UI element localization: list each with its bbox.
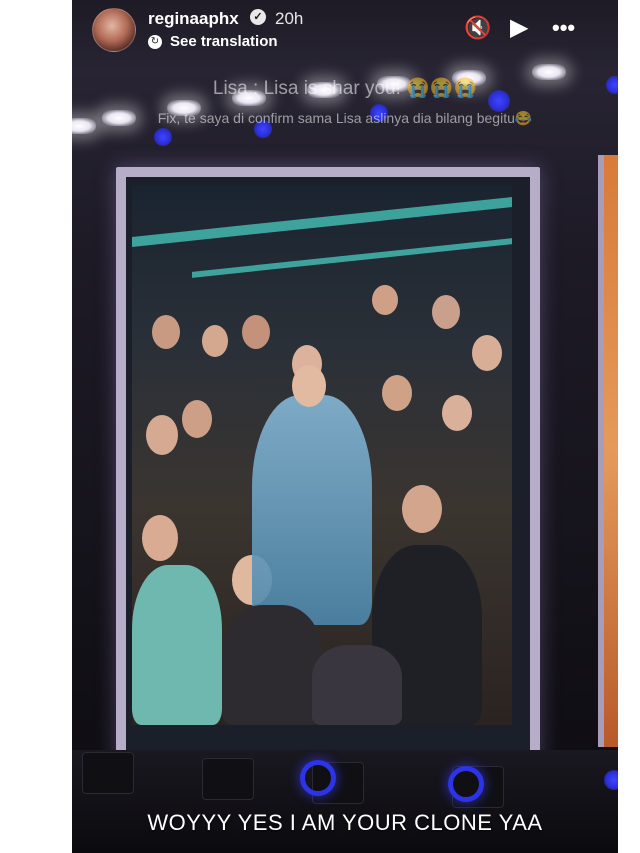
crowd-face <box>182 400 212 438</box>
performer-figure <box>252 395 372 625</box>
crowd-face <box>152 315 180 349</box>
crowd-face <box>202 325 228 357</box>
translate-icon[interactable]: ↻ <box>148 35 162 49</box>
crowd-face <box>146 415 178 455</box>
username[interactable]: reginaaphx <box>148 9 239 29</box>
stage-blue-light <box>604 770 618 790</box>
side-stage-screen <box>598 155 618 747</box>
story-header: reginaaphx ✓ 20h ↻ See translation 🔇 ▶ •… <box>72 0 618 70</box>
crowd-face <box>382 375 412 411</box>
crowd-face <box>472 335 502 371</box>
screen-stripe <box>192 238 512 278</box>
play-icon[interactable]: ▶ <box>510 14 528 42</box>
mute-icon[interactable]: 🔇 <box>464 14 491 42</box>
stage-speaker <box>202 758 254 800</box>
crowd-body <box>222 605 322 725</box>
crowd-body <box>312 645 402 725</box>
avatar[interactable] <box>92 8 136 52</box>
crowd-body <box>132 565 222 725</box>
story-viewer[interactable]: Lisa : Lisa is shar you! 😭😭😭 Fix, te say… <box>72 0 618 853</box>
verified-badge-icon: ✓ <box>250 9 266 25</box>
post-time: 20h <box>275 9 304 28</box>
stage-blue-light <box>154 128 172 146</box>
more-options-icon[interactable]: ••• <box>552 14 575 42</box>
crowd-face <box>372 285 398 315</box>
stage-blue-ring <box>448 766 484 802</box>
screen-stripe <box>132 197 512 247</box>
crowd-face <box>142 515 178 561</box>
crowd-face <box>442 395 472 431</box>
crowd-face <box>402 485 442 533</box>
caption-bottom: WOYYY YES I AM YOUR CLONE YAA <box>147 810 543 835</box>
stage-speaker <box>82 752 134 794</box>
stage-screen-crowd <box>132 185 512 725</box>
caption-line-1: Lisa : Lisa is shar you! 😭😭😭 <box>212 78 478 99</box>
performer-face <box>292 365 326 407</box>
stage-blue-ring <box>300 760 336 796</box>
caption-line-2: Fix, te saya di confirm sama Lisa asliny… <box>157 110 533 126</box>
crowd-face <box>242 315 270 349</box>
crowd-face <box>432 295 460 329</box>
see-translation-button[interactable]: See translation <box>170 33 278 50</box>
